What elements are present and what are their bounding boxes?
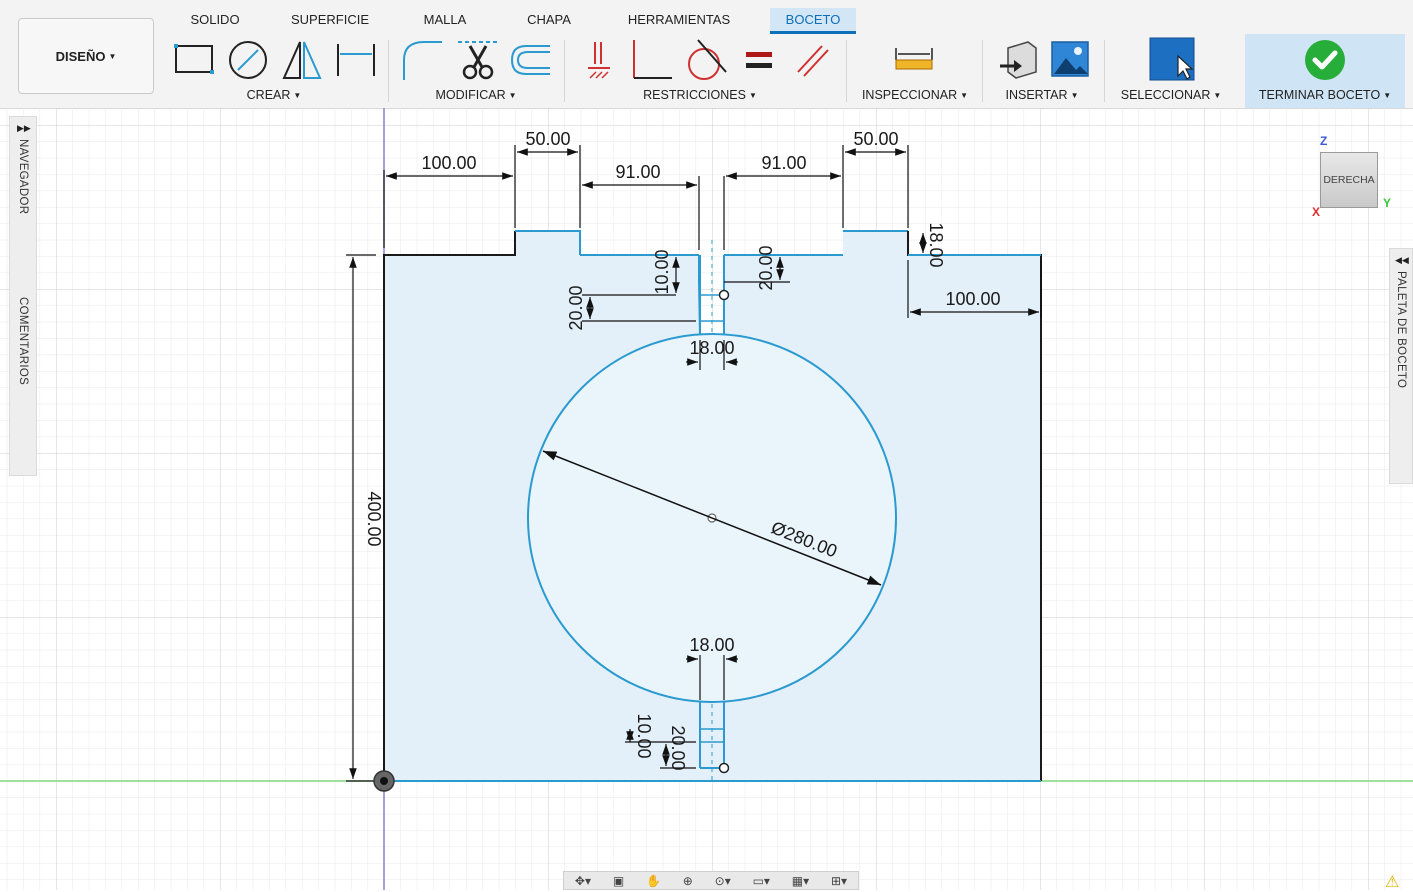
dim-left-step[interactable]: 50.00 [525,129,570,149]
dim-slot-top-len2[interactable]: 20.00 [756,245,776,290]
chevron-down-icon: ▼ [748,91,757,100]
dim-right-step[interactable]: 50.00 [853,129,898,149]
dim-right-gap[interactable]: 91.00 [761,153,806,173]
pan-hand-icon[interactable]: ✋ [646,874,661,888]
trim-scissors-icon[interactable] [456,38,500,82]
chevron-down-icon: ▼ [1213,91,1222,100]
rectangle-tool-icon[interactable] [172,40,216,80]
dim-right-width[interactable]: 100.00 [945,289,1000,309]
tab-malla[interactable]: MALLA [414,8,476,34]
chevron-down-icon: ▼ [1383,91,1392,100]
chevron-down-icon: ▼ [960,91,969,100]
measure-ruler-icon[interactable] [894,46,934,72]
collapse-arrows-icon[interactable]: ◀◀ [1395,255,1409,266]
separator [1104,40,1105,102]
separator [564,40,565,102]
zoom-icon[interactable]: ⊕ [683,874,693,888]
right-side-panel: ◀◀ PALETA DE BOCETO [1389,248,1413,484]
expand-arrows-icon[interactable]: ▶▶ [17,123,31,134]
separator [982,40,983,102]
finish-sketch-label: TERMINAR BOCETO ▼ [1258,88,1392,102]
separator [388,40,389,102]
perpendicular-constraint-icon[interactable] [630,38,676,82]
view-cube[interactable]: DERECHA [1320,152,1378,208]
group-seleccionar[interactable]: SELECCIONAR ▼ [1116,88,1226,102]
design-workspace-button[interactable]: DISEÑO ▼ [18,18,154,94]
dimension-line-tool-icon[interactable] [334,40,378,80]
axis-y-label: Y [1383,196,1392,210]
paleta-boceto-panel-tab[interactable]: PALETA DE BOCETO [1395,271,1407,388]
fit-window-icon[interactable]: ⊙▾ [715,874,731,888]
look-at-icon[interactable]: ▣ [613,874,624,888]
group-restricciones[interactable]: RESTRICCIONES ▼ [640,88,760,102]
grid-settings-icon[interactable]: ▦▾ [792,874,809,888]
tangent-constraint-icon[interactable] [684,38,728,82]
dim-slot-top-width[interactable]: 18.00 [689,338,734,358]
left-side-panel: ▶▶ NAVEGADOR COMENTARIOS [9,116,37,476]
finish-check-icon [1305,40,1345,80]
dim-left-width[interactable]: 100.00 [421,153,476,173]
chevron-down-icon: ▼ [293,91,302,100]
toolbar: SOLIDO SUPERFICIE MALLA CHAPA HERRAMIENT… [0,0,1413,109]
parallel-constraint-icon[interactable] [796,42,830,78]
dim-right-step-height[interactable]: 18.00 [926,222,946,267]
sketch-canvas[interactable]: 100.00 50.00 91.00 91.00 50.00 100.00 18… [0,108,1413,890]
navigation-bar: ✥▾ ▣ ✋ ⊕ ⊙▾ ▭▾ ▦▾ ⊞▾ [563,871,859,890]
dim-slot-bottom-width[interactable]: 18.00 [689,635,734,655]
tab-herramientas[interactable]: HERRAMIENTAS [622,8,736,34]
sketch-point[interactable] [718,289,730,301]
finish-sketch-button[interactable]: TERMINAR BOCETO ▼ [1245,34,1405,108]
tab-superficie[interactable]: SUPERFICIE [288,8,372,34]
select-cursor-icon[interactable] [1148,36,1198,82]
fix-constraint-icon[interactable] [584,38,614,82]
dim-slot-top-depth[interactable]: 10.00 [652,249,672,294]
offset-tool-icon[interactable] [508,40,554,80]
chevron-down-icon: ▼ [108,51,117,61]
dim-slot-bottom-depth[interactable]: 10.00 [634,713,654,758]
navegador-panel-tab[interactable]: NAVEGADOR [17,139,29,214]
dim-slot-top-len[interactable]: 20.00 [566,285,586,330]
comentarios-panel-tab[interactable]: COMENTARIOS [17,297,29,385]
chevron-down-icon: ▼ [1070,91,1079,100]
insert-image-icon[interactable] [1050,40,1090,78]
group-insertar[interactable]: INSERTAR ▼ [1000,88,1084,102]
tab-solido[interactable]: SOLIDO [183,8,247,34]
dim-left-gap[interactable]: 91.00 [615,162,660,182]
display-settings-icon[interactable]: ▭▾ [753,874,770,888]
viewports-icon[interactable]: ⊞▾ [831,874,847,888]
warning-icon[interactable]: ⚠ [1385,872,1399,892]
dim-slot-bottom-len[interactable]: 20.00 [668,725,688,770]
insert-derive-icon[interactable] [998,40,1038,80]
sketch-point[interactable] [718,762,730,774]
axis-z-label: Z [1320,134,1328,148]
circle-tool-icon[interactable] [226,38,270,82]
equal-constraint-icon[interactable] [744,50,774,72]
dim-height[interactable]: 400.00 [364,491,384,546]
axis-x-label: X [1312,205,1321,219]
tab-boceto[interactable]: BOCETO [770,8,856,34]
group-crear[interactable]: CREAR ▼ [234,88,314,102]
design-label: DISEÑO [55,48,106,64]
polygon-mirror-tool-icon[interactable] [280,38,324,82]
tab-chapa[interactable]: CHAPA [518,8,580,34]
chevron-down-icon: ▼ [508,91,517,100]
view-cube-face: DERECHA [1323,174,1375,186]
separator [846,40,847,102]
group-modificar[interactable]: MODIFICAR ▼ [424,88,528,102]
orbit-icon[interactable]: ✥▾ [575,874,591,888]
group-inspeccionar[interactable]: INSPECCIONAR ▼ [860,88,970,102]
fillet-tool-icon[interactable] [400,38,444,82]
origin-point-center [380,777,388,785]
